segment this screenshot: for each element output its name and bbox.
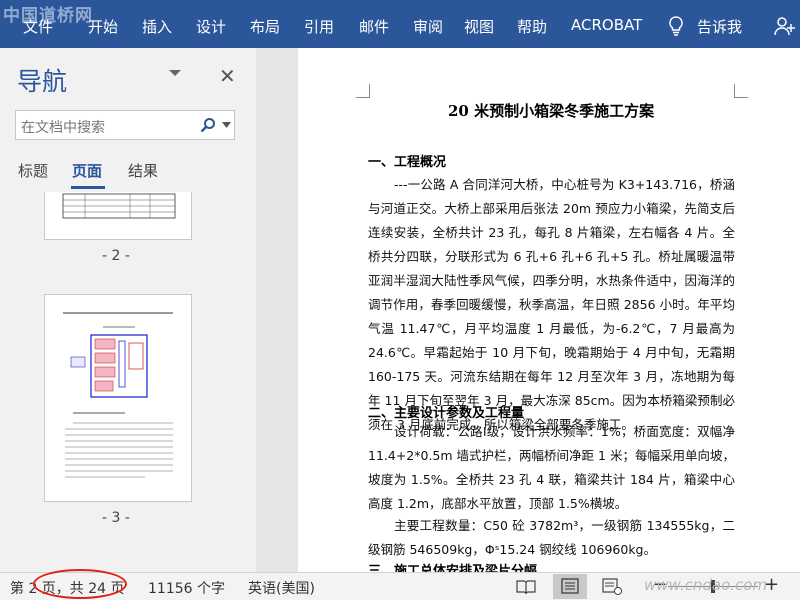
page-3-label: - 3 - — [102, 510, 130, 526]
tell-me-button[interactable]: 告诉我 — [697, 16, 742, 37]
tab-references[interactable]: 引用 — [304, 16, 334, 37]
document-page[interactable]: 20 米预制小箱梁冬季施工方案 一、工程概况 ---一公路 A 合同洋河大桥，中… — [298, 48, 800, 572]
ribbon-tab-bar: 中国道桥网 文件 开始 插入 设计 布局 引用 邮件 审阅 视图 帮助 ACRO… — [0, 0, 800, 48]
section-heading-2: 二、主要设计参数及工程量 — [368, 406, 525, 421]
navigation-pane: 导航 ✕ 在文档中搜索 标题 页面 结果 - 2 - - 3 - — [0, 48, 256, 572]
print-layout-icon — [561, 578, 579, 594]
section-1-paragraph: ---一公路 A 合同洋河大桥，中心桩号为 K3+143.716，桥涵与河道正交… — [368, 177, 735, 432]
tab-mailings[interactable]: 邮件 — [359, 16, 389, 37]
print-layout-button[interactable] — [553, 574, 587, 599]
margin-corner-mark — [356, 84, 370, 98]
tab-layout[interactable]: 布局 — [250, 16, 280, 37]
section-heading-1: 一、工程概况 — [368, 155, 447, 170]
page-2-label: - 2 - — [102, 248, 130, 264]
section-2-paragraph-2: 主要工程数量：C50 砼 3782m³，一级钢筋 134555kg，二级钢筋 5… — [368, 518, 735, 557]
active-tab-underline — [71, 186, 105, 189]
page-count-highlight-ellipse — [33, 569, 127, 599]
site-url-watermark: www.cndao.com — [644, 576, 768, 594]
page-thumbnail-2-preview — [62, 193, 176, 219]
tab-design[interactable]: 设计 — [196, 16, 226, 37]
word-count-status[interactable]: 11156 个字 — [148, 578, 225, 598]
margin-corner-mark — [734, 84, 748, 98]
language-status[interactable]: 英语(美国) — [248, 578, 315, 598]
tab-home[interactable]: 开始 — [88, 16, 118, 37]
section-heading-3: 三、施工总体安排及梁片分幅 — [368, 564, 538, 572]
nav-tab-headings[interactable]: 标题 — [18, 160, 48, 181]
nav-pane-title: 导航 — [17, 67, 68, 96]
tab-view[interactable]: 视图 — [464, 16, 494, 37]
page-thumbnail-3-preview — [63, 312, 173, 478]
nav-tab-pages[interactable]: 页面 — [72, 160, 102, 181]
page-thumbnail-2[interactable] — [44, 192, 192, 240]
share-person-icon[interactable] — [774, 16, 796, 36]
search-placeholder: 在文档中搜索 — [21, 120, 105, 136]
search-options-chevron-icon[interactable] — [222, 122, 231, 128]
section-2-paragraph-1: 设计荷载：公路Ⅰ级，设计洪水频率：1%，桥面宽度：双幅净 11.4+2*0.5m… — [368, 424, 735, 511]
tab-help[interactable]: 帮助 — [517, 16, 547, 37]
read-mode-icon[interactable] — [516, 579, 536, 595]
web-layout-icon[interactable] — [602, 578, 622, 595]
nav-tab-results[interactable]: 结果 — [128, 160, 158, 181]
lightbulb-icon[interactable] — [668, 16, 684, 36]
tab-insert[interactable]: 插入 — [142, 16, 172, 37]
search-icon[interactable] — [200, 117, 216, 133]
document-title: 20 米预制小箱梁冬季施工方案 — [448, 102, 655, 120]
tab-review[interactable]: 审阅 — [413, 16, 443, 37]
pane-options-chevron-icon[interactable] — [168, 68, 182, 78]
search-document-field[interactable]: 在文档中搜索 — [15, 110, 235, 140]
pane-divider — [256, 48, 298, 572]
close-icon[interactable]: ✕ — [219, 64, 236, 88]
tab-acrobat[interactable]: ACROBAT — [571, 16, 642, 34]
page-thumbnail-3[interactable] — [44, 294, 192, 502]
tab-file[interactable]: 文件 — [23, 16, 53, 37]
